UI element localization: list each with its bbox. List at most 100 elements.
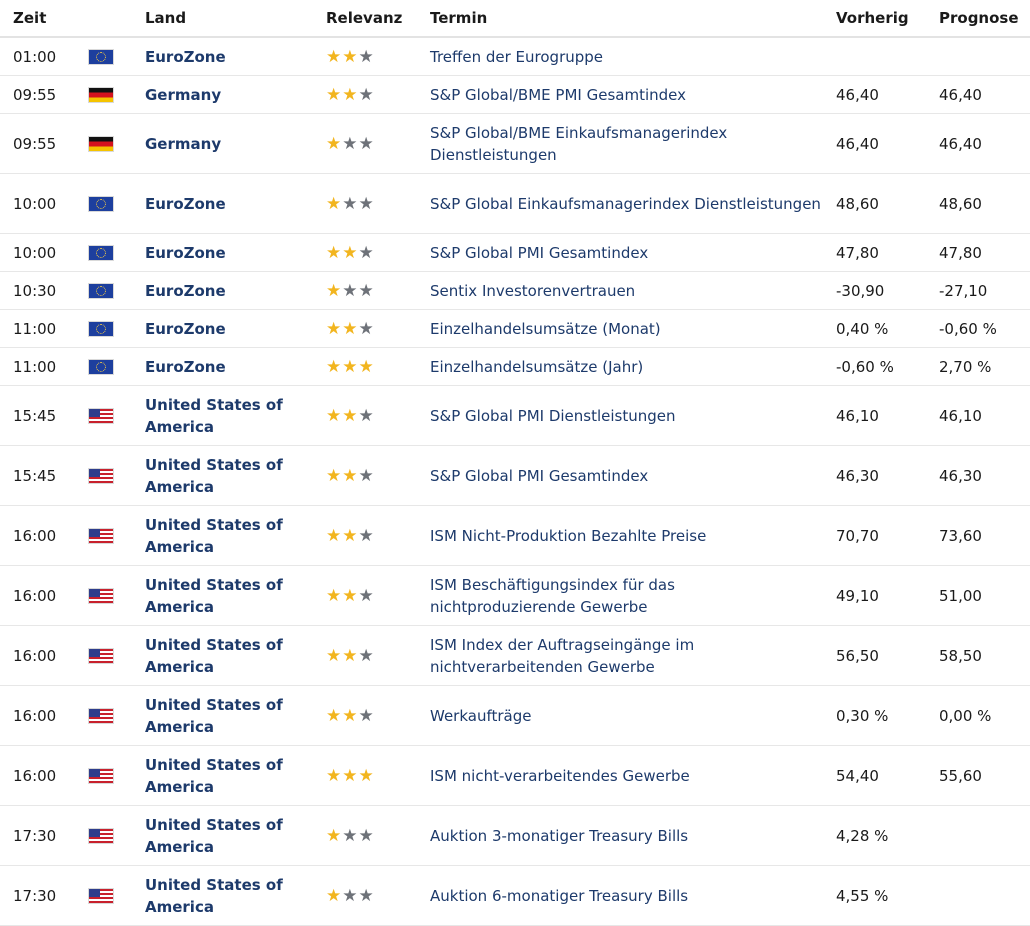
previous-value: 4,55 % (823, 865, 926, 926)
previous-value: 56,50 (823, 625, 926, 686)
time-cell: 16:00 (0, 625, 74, 686)
previous-value: 70,70 (823, 505, 926, 566)
country-link[interactable]: United States of America (132, 685, 313, 746)
star-empty-icon: ★ (358, 585, 374, 606)
event-link[interactable]: Auktion 6-monatiger Treasury Bills (417, 865, 823, 926)
event-link[interactable]: Einzelhandelsumsätze (Monat) (417, 309, 823, 348)
country-link[interactable]: United States of America (132, 565, 313, 626)
time-cell: 09:55 (0, 113, 74, 174)
table-row[interactable]: 16:00 United States of America ★ ★ ★ Werka… (0, 685, 1030, 746)
country-link[interactable]: United States of America (132, 385, 313, 446)
event-link[interactable]: S&P Global/BME PMI Gesamtindex (417, 75, 823, 114)
country-link[interactable]: United States of America (132, 865, 313, 926)
country-link[interactable]: EuroZone (132, 271, 313, 310)
star-empty-icon: ★ (342, 825, 358, 846)
country-link[interactable]: United States of America (132, 745, 313, 806)
country-link[interactable]: United States of America (132, 805, 313, 866)
relevance-stars: ★ ★ ★ (326, 193, 374, 214)
relevance-stars: ★ ★ ★ (326, 358, 374, 376)
table-row[interactable]: 16:00 United States of America ★ ★ ★ ISM n… (0, 745, 1030, 806)
relevance-stars: ★ ★ ★ (326, 84, 374, 105)
column-header-flag (74, 0, 132, 38)
country-link[interactable]: United States of America (132, 505, 313, 566)
flag-cell (74, 75, 132, 114)
table-row[interactable]: 11:00 EuroZone ★ ★ ★ Einzelhandelsumsätze … (0, 347, 1030, 386)
event-link[interactable]: S&P Global PMI Dienstleistungen (417, 385, 823, 446)
star-filled-icon: ★ (326, 525, 342, 546)
star-filled-icon: ★ (326, 645, 342, 666)
country-link[interactable]: EuroZone (132, 309, 313, 348)
country-link[interactable]: United States of America (132, 445, 313, 506)
table-row[interactable]: 11:00 EuroZone ★ ★ ★ Einzelhandelsumsätze … (0, 309, 1030, 348)
event-link[interactable]: S&P Global Einkaufsmanagerindex Dienstle… (417, 173, 823, 234)
event-link[interactable]: ISM Nicht-Produktion Bezahlte Preise (417, 505, 823, 566)
table-row[interactable]: 17:30 United States of America ★ ★ ★ Aukti… (0, 805, 1030, 866)
table-row[interactable]: 09:55 Germany ★ ★ ★ S&P Global/BME PMI Ges… (0, 75, 1030, 114)
time-cell: 15:45 (0, 385, 74, 446)
star-filled-icon: ★ (326, 465, 342, 486)
country-link[interactable]: United States of America (132, 625, 313, 686)
event-link[interactable]: Treffen der Eurogruppe (417, 37, 823, 76)
star-filled-icon: ★ (342, 405, 358, 426)
table-row[interactable]: 10:00 EuroZone ★ ★ ★ S&P Global PMI Gesamt… (0, 233, 1030, 272)
forecast-value: 46,10 (926, 385, 1030, 446)
event-link[interactable]: ISM Beschäftigungsindex für das nichtpro… (417, 565, 823, 626)
star-empty-icon: ★ (358, 405, 374, 426)
table-row[interactable]: 16:00 United States of America ★ ★ ★ ISM B… (0, 565, 1030, 626)
event-link[interactable]: Werkaufträge (417, 685, 823, 746)
table-row[interactable]: 16:00 United States of America ★ ★ ★ ISM I… (0, 625, 1030, 686)
time-cell: 16:00 (0, 505, 74, 566)
forecast-value: 55,60 (926, 745, 1030, 806)
table-row[interactable]: 15:45 United States of America ★ ★ ★ S&P G… (0, 385, 1030, 446)
germany-flag-icon (88, 87, 114, 103)
star-filled-icon: ★ (342, 525, 358, 546)
star-empty-icon: ★ (358, 280, 374, 301)
event-link[interactable]: ISM Index der Auftragseingänge im nichtv… (417, 625, 823, 686)
star-filled-icon: ★ (326, 46, 342, 67)
table-row[interactable]: 10:30 EuroZone ★ ★ ★ Sentix Investorenvert… (0, 271, 1030, 310)
event-link[interactable]: S&P Global PMI Gesamtindex (417, 233, 823, 272)
previous-value: 4,28 % (823, 805, 926, 866)
star-filled-icon: ★ (326, 885, 342, 906)
forecast-value: 46,40 (926, 113, 1030, 174)
country-link[interactable]: EuroZone (132, 233, 313, 272)
event-link[interactable]: S&P Global PMI Gesamtindex (417, 445, 823, 506)
event-link[interactable]: Auktion 3-monatiger Treasury Bills (417, 805, 823, 866)
flag-cell (74, 309, 132, 348)
forecast-value: -27,10 (926, 271, 1030, 310)
event-link[interactable]: Sentix Investorenvertrauen (417, 271, 823, 310)
eu-flag-icon (88, 321, 114, 337)
table-row[interactable]: 15:45 United States of America ★ ★ ★ S&P G… (0, 445, 1030, 506)
star-filled-icon: ★ (326, 242, 342, 263)
event-link[interactable]: S&P Global/BME Einkaufsmanagerindex Dien… (417, 113, 823, 174)
column-header-term: Termin (417, 0, 823, 38)
flag-cell (74, 113, 132, 174)
table-row[interactable]: 10:00 EuroZone ★ ★ ★ S&P Global Einkaufsma… (0, 173, 1030, 234)
relevance-stars: ★ ★ ★ (326, 707, 374, 725)
event-link[interactable]: Einzelhandelsumsätze (Jahr) (417, 347, 823, 386)
star-empty-icon: ★ (358, 46, 374, 67)
star-empty-icon: ★ (342, 885, 358, 906)
table-row[interactable]: 17:30 United States of America ★ ★ ★ Aukti… (0, 865, 1030, 926)
country-link[interactable]: EuroZone (132, 347, 313, 386)
flag-cell (74, 565, 132, 626)
table-row[interactable]: 16:00 United States of America ★ ★ ★ ISM N… (0, 505, 1030, 566)
previous-value: 47,80 (823, 233, 926, 272)
star-filled-icon: ★ (342, 84, 358, 105)
star-empty-icon: ★ (342, 193, 358, 214)
country-link[interactable]: EuroZone (132, 37, 313, 76)
star-filled-icon: ★ (342, 765, 358, 786)
time-cell: 16:00 (0, 745, 74, 806)
star-filled-icon: ★ (326, 405, 342, 426)
previous-value: 46,40 (823, 113, 926, 174)
country-link[interactable]: Germany (132, 113, 313, 174)
us-flag-icon (88, 528, 114, 544)
time-cell: 17:30 (0, 865, 74, 926)
relevance-cell: ★ ★ ★ (313, 505, 417, 566)
country-link[interactable]: EuroZone (132, 173, 313, 234)
country-link[interactable]: Germany (132, 75, 313, 114)
event-link[interactable]: ISM nicht-verarbeitendes Gewerbe (417, 745, 823, 806)
relevance-cell: ★ ★ ★ (313, 805, 417, 866)
table-row[interactable]: 09:55 Germany ★ ★ ★ S&P Global/BME Einkauf… (0, 113, 1030, 174)
table-row[interactable]: 01:00 EuroZone ★ ★ ★ Treffen der Eurogrupp… (0, 37, 1030, 76)
